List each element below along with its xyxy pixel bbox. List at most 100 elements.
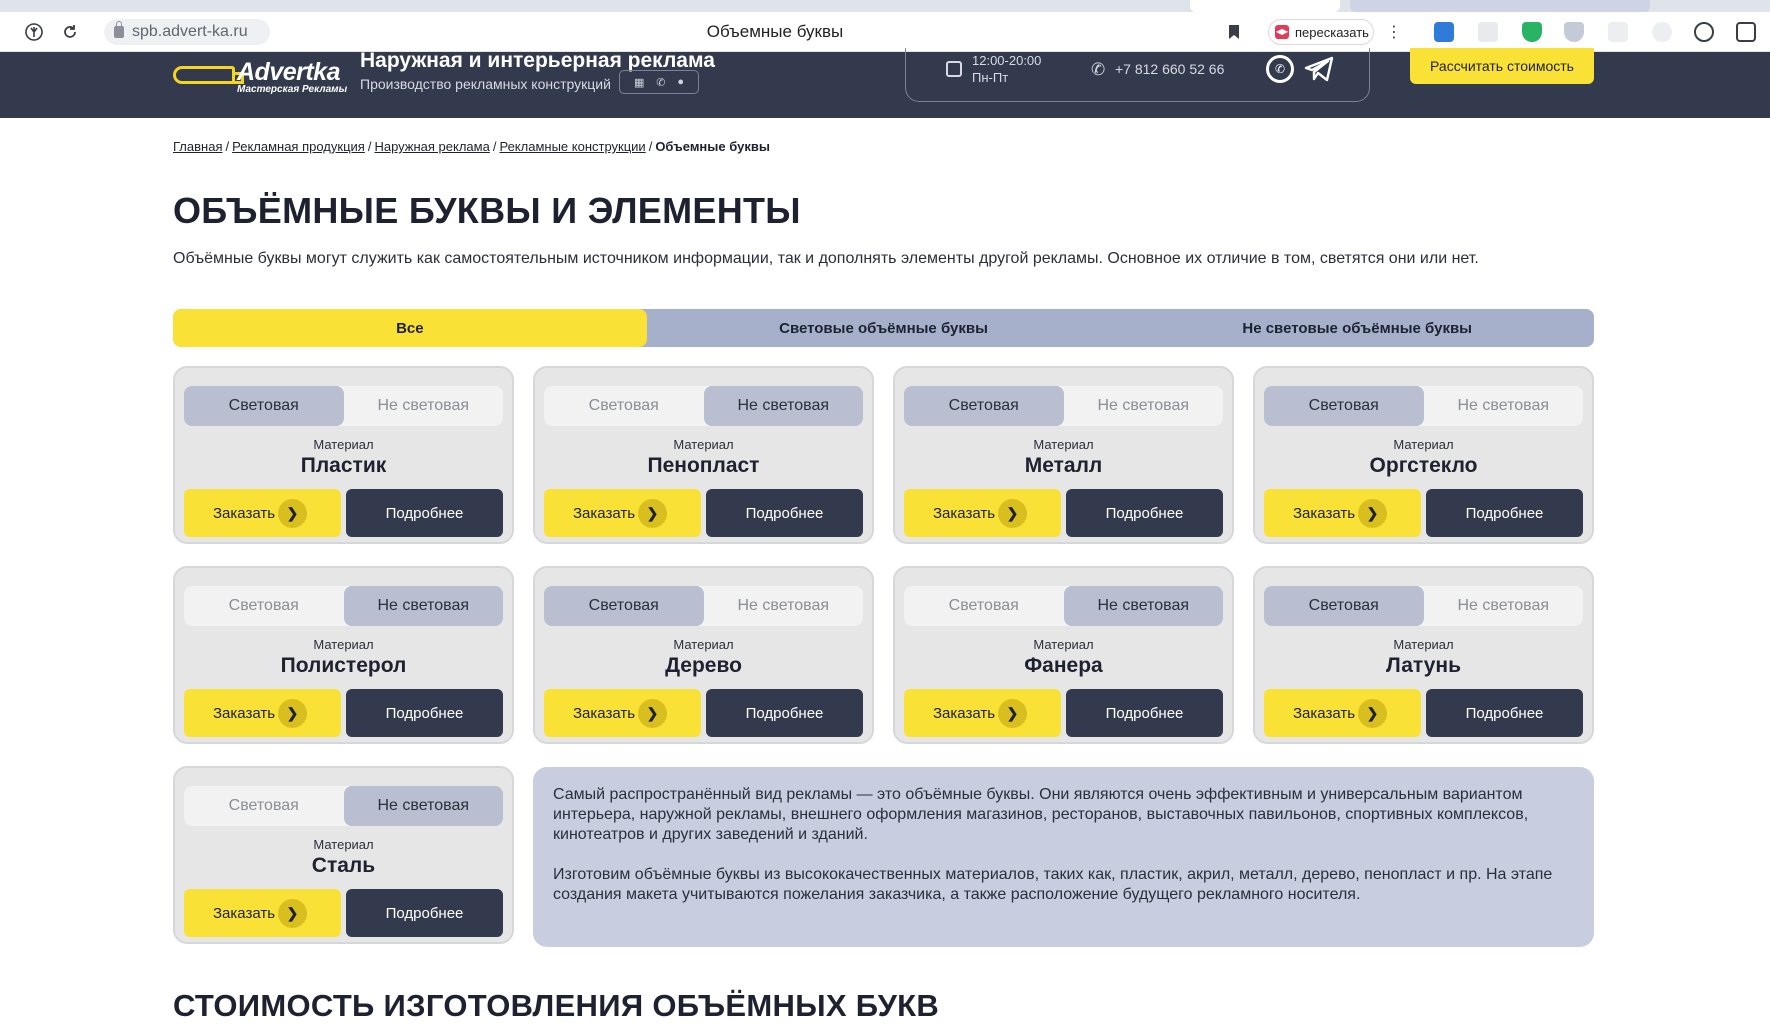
- order-button[interactable]: Заказать ❯: [1264, 689, 1421, 737]
- logo-wordmark: Advertka: [237, 58, 341, 86]
- toggle-option-lit[interactable]: Световая: [184, 586, 344, 626]
- material-label: Материал: [313, 837, 374, 852]
- shield-extension-icon[interactable]: [1564, 22, 1584, 42]
- logo-tagline: Мастерская Рекламы: [237, 84, 348, 95]
- details-button[interactable]: Подробнее: [706, 489, 863, 537]
- details-button[interactable]: Подробнее: [706, 689, 863, 737]
- tab-all[interactable]: Все: [173, 309, 647, 347]
- breadcrumb-link-outdoor[interactable]: Наружная реклама: [374, 139, 489, 154]
- toggle-option-lit[interactable]: Световая: [1264, 386, 1424, 426]
- details-button[interactable]: Подробнее: [346, 889, 503, 937]
- order-button-label: Заказать: [1293, 504, 1356, 522]
- order-button[interactable]: Заказать ❯: [544, 489, 701, 537]
- order-button[interactable]: Заказать ❯: [184, 689, 341, 737]
- light-type-toggle: Световая Не световая: [904, 586, 1223, 626]
- browser-tab-strip: [0, 0, 1770, 12]
- toggle-option-unlit[interactable]: Не световая: [1424, 386, 1584, 426]
- details-button[interactable]: Подробнее: [346, 689, 503, 737]
- phone-icon: ✆: [656, 76, 666, 89]
- retell-button[interactable]: ◀▶ пересказать: [1268, 19, 1374, 45]
- toggle-option-unlit[interactable]: Не световая: [343, 586, 503, 626]
- toggle-option-lit[interactable]: Световая: [1264, 586, 1424, 626]
- chevron-right-icon: ❯: [638, 699, 667, 728]
- browser-tab[interactable]: [1350, 0, 1650, 12]
- phone-link[interactable]: +7 812 660 52 66: [1115, 61, 1224, 77]
- address-bar-url: spb.advert-ka.ru: [132, 23, 248, 40]
- order-button[interactable]: Заказать ❯: [1264, 489, 1421, 537]
- extension-icon[interactable]: [1736, 22, 1756, 42]
- toggle-option-lit[interactable]: Световая: [904, 586, 1064, 626]
- header-quick-contacts[interactable]: ▦ ✆ ●: [619, 70, 699, 94]
- details-button[interactable]: Подробнее: [1426, 689, 1583, 737]
- order-button-label: Заказать: [933, 504, 996, 522]
- light-type-toggle: Световая Не световая: [184, 586, 503, 626]
- material-label: Материал: [1033, 637, 1094, 652]
- material-label: Материал: [673, 437, 734, 452]
- toggle-option-unlit[interactable]: Не световая: [344, 386, 504, 426]
- browser-tab-active[interactable]: [1190, 0, 1340, 12]
- order-button[interactable]: Заказать ❯: [904, 689, 1061, 737]
- chevron-right-icon: ❯: [278, 699, 307, 728]
- header-subtitle: Производство рекламных конструкций: [360, 76, 611, 92]
- toggle-option-lit[interactable]: Световая: [184, 786, 344, 826]
- toggle-option-unlit[interactable]: Не световая: [1063, 586, 1223, 626]
- bookmark-icon[interactable]: [1222, 20, 1246, 44]
- toggle-option-unlit[interactable]: Не световая: [704, 586, 864, 626]
- calendar-icon: [946, 61, 962, 77]
- breadcrumb-link-home[interactable]: Главная: [173, 139, 222, 154]
- product-card: Световая Не световая Материал Металл Заказат…: [893, 366, 1234, 544]
- details-button[interactable]: Подробнее: [1066, 489, 1223, 537]
- product-card: Световая Не световая Материал Пластик Заказа…: [173, 366, 514, 544]
- chevron-right-icon: ❯: [1358, 499, 1387, 528]
- light-type-toggle: Световая Не световая: [1264, 586, 1583, 626]
- extension-icon[interactable]: [1652, 22, 1672, 42]
- reload-icon[interactable]: [58, 20, 82, 44]
- yandex-icon[interactable]: [22, 20, 46, 44]
- toggle-option-lit[interactable]: Световая: [544, 586, 704, 626]
- toggle-option-lit[interactable]: Световая: [904, 386, 1064, 426]
- whatsapp-icon[interactable]: ✆: [1266, 55, 1294, 83]
- breadcrumb-current: Объемные буквы: [655, 139, 770, 154]
- toggle-option-unlit[interactable]: Не световая: [703, 386, 863, 426]
- order-button-label: Заказать: [213, 504, 276, 522]
- telegram-icon[interactable]: [1304, 56, 1334, 82]
- material-label: Материал: [313, 637, 374, 652]
- product-card: Световая Не световая Материал Дерево Заказат…: [533, 566, 874, 744]
- order-button[interactable]: Заказать ❯: [544, 689, 701, 737]
- details-button[interactable]: Подробнее: [346, 489, 503, 537]
- working-hours-days: Пн-Пт: [972, 70, 1009, 85]
- details-button[interactable]: Подробнее: [1426, 489, 1583, 537]
- extension-icon[interactable]: [1478, 22, 1498, 42]
- order-button-label: Заказать: [573, 704, 636, 722]
- product-card: Световая Не световая Материал Пенопласт Зака…: [533, 366, 874, 544]
- extension-icon[interactable]: [1608, 22, 1628, 42]
- toggle-option-lit[interactable]: Световая: [184, 386, 344, 426]
- material-name: Сталь: [311, 854, 376, 877]
- order-button-label: Заказать: [933, 704, 996, 722]
- light-type-toggle: Световая Не световая: [904, 386, 1223, 426]
- tab-unlit-letters[interactable]: Не световые объёмные буквы: [1120, 309, 1594, 347]
- extension-icon[interactable]: [1434, 22, 1454, 42]
- address-bar[interactable]: spb.advert-ka.ru: [104, 19, 270, 45]
- toggle-option-lit[interactable]: Световая: [544, 386, 704, 426]
- tab-lit-letters[interactable]: Световые объёмные буквы: [647, 309, 1121, 347]
- shield-extension-icon[interactable]: [1522, 22, 1542, 42]
- details-button[interactable]: Подробнее: [1066, 689, 1223, 737]
- order-button[interactable]: Заказать ❯: [904, 489, 1061, 537]
- breadcrumb-link-products[interactable]: Рекламная продукция: [232, 139, 365, 154]
- material-name: Полистерол: [280, 654, 407, 677]
- product-card: Световая Не световая Материал Фанера Заказат…: [893, 566, 1234, 744]
- toggle-option-unlit[interactable]: Не световая: [1064, 386, 1224, 426]
- calculate-cost-button[interactable]: Рассчитать стоимость: [1410, 48, 1594, 84]
- order-button[interactable]: Заказать ❯: [184, 489, 341, 537]
- order-button[interactable]: Заказать ❯: [184, 889, 341, 937]
- play-extension-icon[interactable]: [1694, 22, 1714, 42]
- toggle-option-unlit[interactable]: Не световая: [343, 786, 503, 826]
- more-vertical-icon[interactable]: ⋮: [1382, 20, 1406, 44]
- toggle-option-unlit[interactable]: Не световая: [1424, 586, 1584, 626]
- page-lead: Объёмные буквы могут служить как самосто…: [173, 250, 1479, 267]
- working-hours-time: 12:00-20:00: [972, 53, 1042, 68]
- logo[interactable]: Advertka Мастерская Рекламы: [173, 56, 353, 96]
- material-name: Латунь: [1385, 654, 1462, 677]
- breadcrumb-link-constructions[interactable]: Рекламные конструкции: [499, 139, 645, 154]
